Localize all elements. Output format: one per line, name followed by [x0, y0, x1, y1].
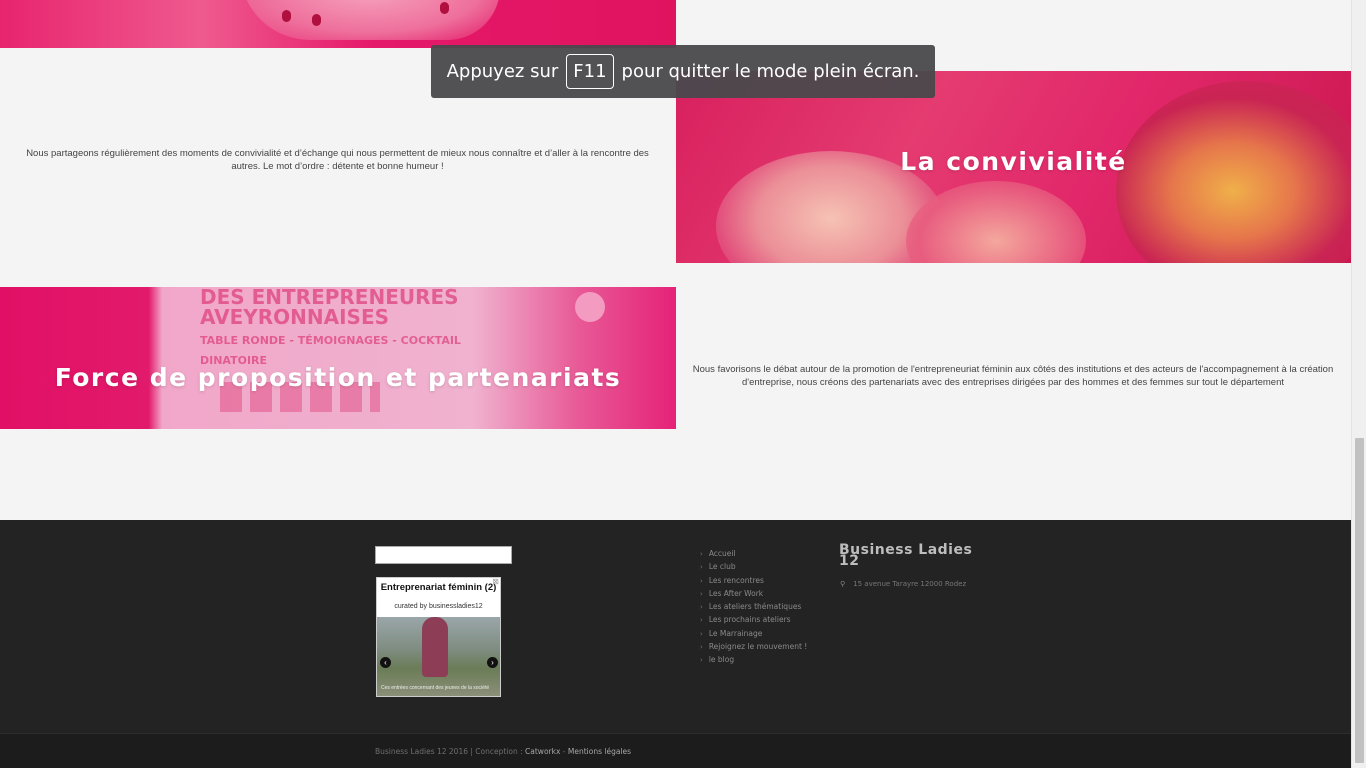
banner-line: AVEYRONNAISES — [200, 305, 390, 329]
prev-arrow-icon[interactable]: ‹ — [380, 657, 391, 668]
chevron-right-icon: › — [700, 603, 703, 612]
chevron-right-icon: › — [700, 616, 703, 625]
f11-key: F11 — [566, 54, 614, 89]
nail — [440, 2, 449, 14]
chevron-right-icon: › — [700, 643, 703, 652]
hand-photo — [240, 0, 500, 40]
convivialite-title: La convivialité — [900, 147, 1127, 176]
map-pin-icon: ⚲ — [840, 580, 846, 588]
nail — [312, 14, 321, 26]
nail — [282, 10, 291, 22]
separator: - — [560, 747, 568, 756]
chevron-right-icon: › — [700, 589, 703, 598]
search-input[interactable] — [375, 546, 512, 564]
chevron-right-icon: › — [700, 576, 703, 585]
widget-subtitle: curated by businessladies12 — [394, 603, 483, 610]
chevron-right-icon: › — [700, 629, 703, 638]
notice-text: pour quitter le mode plein écran. — [621, 61, 920, 82]
chevron-right-icon: › — [700, 550, 703, 558]
page: Nous partageons régulièrement des moment… — [0, 0, 1351, 768]
footer-menu-item[interactable]: › Les ateliers thématiques — [700, 600, 807, 613]
footer-brand: Business Ladies 12 — [839, 543, 989, 569]
chevron-right-icon: › — [700, 563, 703, 572]
footer-menu-item[interactable]: › Le club — [700, 560, 807, 573]
fullscreen-notice: Appuyez sur F11 pour quitter le mode ple… — [431, 45, 935, 98]
convivialite-text: Nous partageons régulièrement des moment… — [26, 148, 649, 172]
footer-menu-item[interactable]: › Le Marrainage — [700, 627, 807, 640]
person-photo — [422, 617, 448, 677]
convivialite-image: La convivialité — [676, 71, 1351, 263]
footer-menu-item[interactable]: › Les prochains ateliers — [700, 613, 807, 626]
scrollbar-thumb[interactable] — [1355, 438, 1364, 763]
vertical-scrollbar[interactable] — [1351, 0, 1366, 768]
footer-bottom-bar: Business Ladies 12 2016 | Conception : C… — [0, 733, 1351, 768]
previous-section-image — [0, 0, 676, 48]
footer-menu-item[interactable]: › Rejoignez le mouvement ! — [700, 640, 807, 653]
footer-menu: › Accueil › Le club › Les rencontres › Les A… — [700, 547, 807, 667]
copyright: Business Ladies 12 2016 | Conception : C… — [375, 747, 631, 756]
force-title: Force de proposition et partenariats — [54, 363, 622, 392]
close-icon[interactable]: ⊠ — [492, 577, 499, 586]
decorative-circle — [575, 292, 605, 322]
footer: ⊠ Entreprenariat féminin (2) curated by … — [0, 520, 1351, 733]
widget-caption: Ces entrées concernant des jeunes de la … — [381, 685, 490, 691]
catworkx-link[interactable]: Catworkx — [525, 747, 560, 756]
brand-line: 12 — [839, 553, 860, 569]
notice-text: Appuyez sur — [446, 61, 559, 82]
next-arrow-icon[interactable]: › — [487, 657, 498, 668]
footer-menu-item[interactable]: › Les rencontres — [700, 574, 807, 587]
chevron-right-icon: › — [700, 656, 703, 665]
force-text: Nous favorisons le débat autour de la pr… — [692, 364, 1334, 388]
force-image: DES ENTREPRENEURES AVEYRONNAISES TABLE R… — [0, 287, 676, 429]
footer-menu-item[interactable]: › Les After Work — [700, 587, 807, 600]
footer-menu-item[interactable]: › Accueil — [700, 547, 807, 560]
legal-link[interactable]: Mentions légales — [568, 747, 631, 756]
widget-title[interactable]: Entreprenariat féminin (2) — [377, 582, 500, 593]
footer-address: ⚲ 15 avenue Tarayre 12000 Rodez — [840, 580, 966, 588]
address-text: 15 avenue Tarayre 12000 Rodez — [853, 580, 967, 588]
event-banner: DES ENTREPRENEURES AVEYRONNAISES TABLE R… — [200, 287, 500, 367]
footer-menu-item[interactable]: › le blog — [700, 653, 807, 666]
copyright-text: Business Ladies 12 2016 | Conception : — [375, 747, 526, 756]
widget-image[interactable]: ‹ › Ces entrées concernant des jeunes de… — [377, 617, 500, 696]
scoopit-widget[interactable]: ⊠ Entreprenariat féminin (2) curated by … — [376, 577, 501, 697]
